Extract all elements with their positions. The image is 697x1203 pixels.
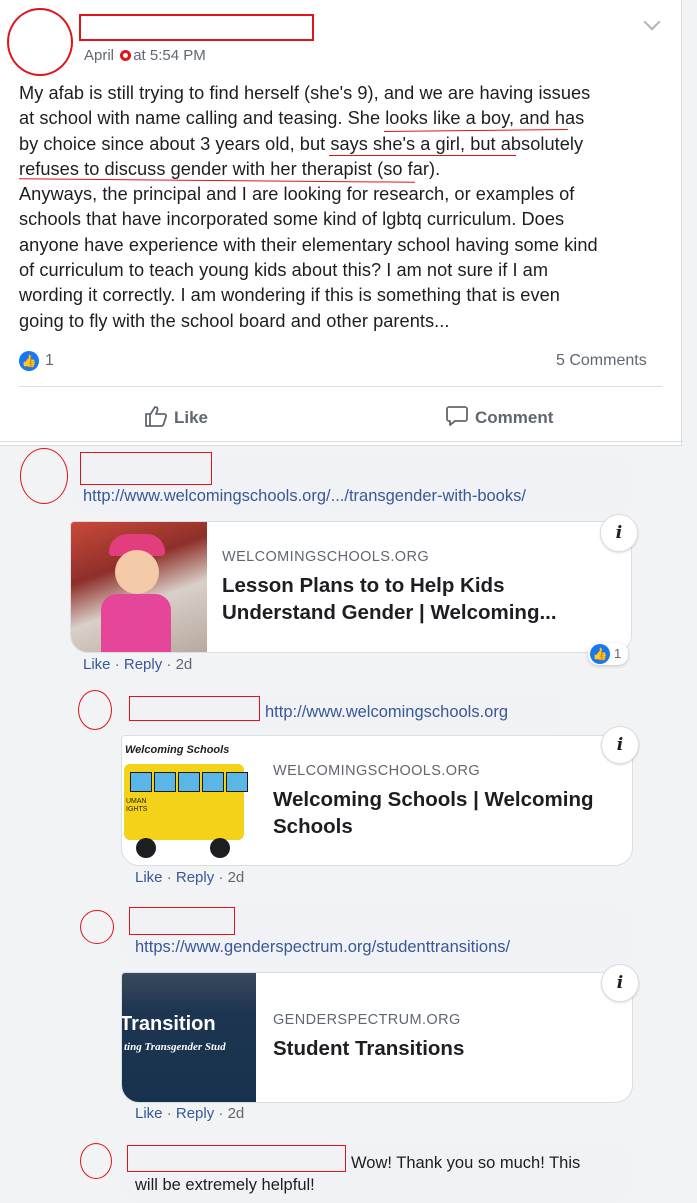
comment-like-link[interactable]: Like xyxy=(135,869,163,886)
info-icon[interactable]: i xyxy=(600,514,638,552)
comment-age[interactable]: 2d xyxy=(176,656,193,673)
preview-image-title: Transition xyxy=(121,1013,216,1035)
like-reaction-icon: 👍 xyxy=(590,644,610,664)
reaction-count[interactable]: 1 xyxy=(45,352,54,370)
comment-text: Wow! Thank you so much! This will be ext… xyxy=(135,1154,581,1194)
comment-icon xyxy=(446,406,468,426)
comment-link[interactable]: https://www.genderspectrum.org/studenttr… xyxy=(135,938,510,957)
commenter-avatar-redacted[interactable] xyxy=(20,448,68,504)
comment-button[interactable]: Comment xyxy=(445,405,553,428)
preview-title[interactable]: Student Transitions xyxy=(273,1035,464,1062)
author-name-redacted[interactable] xyxy=(79,14,314,41)
link-preview-card[interactable]: Transition ting Transgender Stud GENDERS… xyxy=(121,972,633,1103)
link-preview-card[interactable]: Welcoming Schools UMAN IGHTS WELCOMINGSC… xyxy=(121,735,633,866)
like-reaction-icon[interactable]: 👍 xyxy=(19,351,39,371)
divider xyxy=(19,386,662,387)
comment-like-link[interactable]: Like xyxy=(83,656,111,673)
post-body: My afab is still trying to find herself … xyxy=(19,83,598,331)
comment-link[interactable]: http://www.welcomingschools.org/.../tran… xyxy=(83,487,526,506)
post-timestamp[interactable]: April at 5:54 PM xyxy=(84,47,206,64)
preview-image: Transition ting Transgender Stud xyxy=(122,973,256,1102)
comment-like-link[interactable]: Like xyxy=(135,1105,163,1122)
info-icon[interactable]: i xyxy=(601,964,639,1002)
commenter-name-redacted[interactable] xyxy=(129,907,235,935)
comment-actions: Like · Reply · 2d xyxy=(135,869,245,886)
preview-site: WELCOMINGSCHOOLS.ORG xyxy=(222,549,429,565)
comment-reply-link[interactable]: Reply xyxy=(124,656,162,673)
commenter-avatar-redacted[interactable] xyxy=(80,910,114,944)
comment-age[interactable]: 2d xyxy=(228,1105,245,1122)
comment-link[interactable]: http://www.welcomingschools.org xyxy=(265,703,508,722)
commenter-avatar-redacted[interactable] xyxy=(80,1143,112,1179)
comment-actions: Like · Reply · 2d xyxy=(83,656,193,673)
info-icon[interactable]: i xyxy=(601,726,639,764)
commenter-name-redacted[interactable] xyxy=(80,452,212,485)
preview-image xyxy=(71,522,207,652)
preview-site: GENDERSPECTRUM.ORG xyxy=(273,1012,461,1028)
author-avatar-redacted[interactable] xyxy=(7,8,73,76)
preview-site: WELCOMINGSCHOOLS.ORG xyxy=(273,763,480,779)
comments-count[interactable]: 5 Comments xyxy=(556,352,647,370)
preview-image-subtext: ting Transgender Stud xyxy=(124,1041,226,1053)
thumbs-up-icon xyxy=(145,406,168,427)
like-button[interactable]: Like xyxy=(144,405,208,428)
preview-image-subtext: UMAN IGHTS xyxy=(126,798,148,813)
preview-title[interactable]: Welcoming Schools | Welcoming Schools xyxy=(273,786,594,840)
red-underline xyxy=(329,155,516,156)
comment-age[interactable]: 2d xyxy=(228,869,245,886)
preview-image: Welcoming Schools UMAN IGHTS xyxy=(122,736,256,865)
preview-title[interactable]: Lesson Plans to to Help Kids Understand … xyxy=(222,572,557,626)
privacy-icon xyxy=(120,50,132,61)
commenter-avatar-redacted[interactable] xyxy=(78,690,112,730)
commenter-name-redacted[interactable] xyxy=(129,696,260,721)
comment-reply-link[interactable]: Reply xyxy=(176,1105,214,1122)
divider xyxy=(0,441,681,442)
comment-actions: Like · Reply · 2d xyxy=(135,1105,245,1122)
comment-reply-link[interactable]: Reply xyxy=(176,869,214,886)
comment-reaction[interactable]: 👍 1 xyxy=(588,643,628,665)
preview-image-title: Welcoming Schools xyxy=(125,744,230,756)
link-preview-card[interactable]: WELCOMINGSCHOOLS.ORG Lesson Plans to to … xyxy=(70,521,632,653)
